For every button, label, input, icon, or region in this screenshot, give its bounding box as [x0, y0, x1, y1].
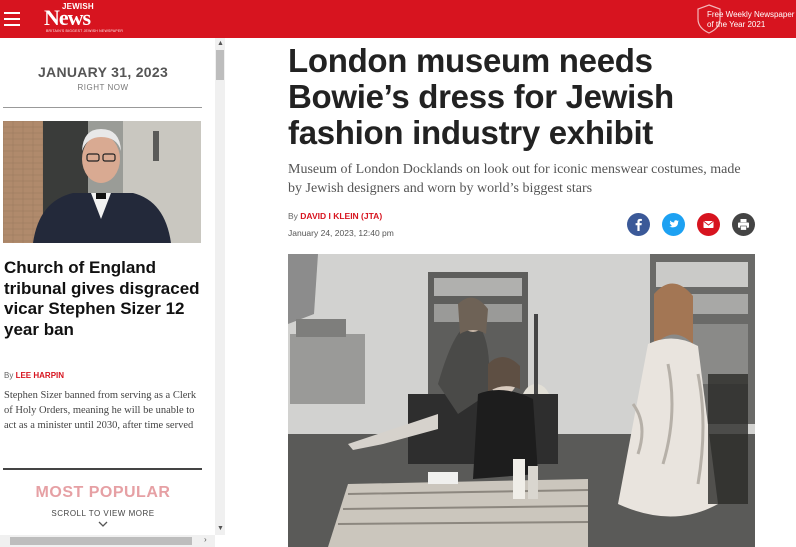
sidebar-right-now-label: RIGHT NOW: [77, 83, 129, 92]
article-byline: By DAVID I KLEIN (JTA): [288, 211, 382, 221]
scrollbar-thumb[interactable]: [216, 50, 224, 80]
site-logo[interactable]: JEWISH News BRITAIN'S BIGGEST JEWISH NEW…: [44, 2, 123, 34]
email-icon: [697, 213, 720, 236]
sidebar-article-headline[interactable]: Church of England tribunal gives disgrac…: [4, 258, 204, 340]
sidebar-article-photo[interactable]: [3, 121, 201, 243]
sidebar-date: JANUARY 31, 2023: [37, 64, 169, 80]
twitter-share-button[interactable]: [662, 213, 685, 236]
scrollbar-thumb[interactable]: [10, 537, 192, 545]
chevron-down-icon[interactable]: [98, 520, 108, 528]
divider: [3, 468, 202, 470]
facebook-share-button[interactable]: [627, 213, 650, 236]
scroll-right-arrow-icon[interactable]: ›: [204, 535, 207, 544]
most-popular-heading: MOST POPULAR: [35, 484, 171, 501]
divider: [3, 107, 202, 108]
print-share-button[interactable]: [732, 213, 755, 236]
scroll-up-arrow-icon[interactable]: ▲: [217, 40, 224, 47]
sidebar-vertical-scrollbar[interactable]: ▲ ▼: [215, 38, 225, 535]
sidebar-author-link[interactable]: LEE HARPIN: [16, 371, 64, 380]
article-main-photo[interactable]: [288, 254, 755, 547]
scroll-down-arrow-icon[interactable]: ▼: [217, 525, 224, 532]
right-now-sidebar: JANUARY 31, 2023 RIGHT NOW Church of Eng…: [0, 38, 215, 547]
article-by-prefix: By: [288, 211, 298, 221]
award-badge[interactable]: Free Weekly Newspaper of the Year 2021: [694, 3, 794, 35]
award-line-2: of the Year 2021: [707, 20, 766, 29]
printer-icon: [732, 213, 755, 236]
facebook-icon: [627, 213, 650, 236]
sidebar-byline: By LEE HARPIN: [4, 371, 64, 380]
article-subheadline: Museum of London Docklands on look out f…: [288, 162, 741, 196]
scroll-hint: SCROLL TO VIEW MORE: [51, 509, 155, 518]
logo-tagline: BRITAIN'S BIGGEST JEWISH NEWSPAPER: [46, 29, 124, 33]
twitter-icon: [662, 213, 685, 236]
menu-icon[interactable]: [4, 12, 20, 26]
article-headline: London museum needs Bowie’s dress for Je…: [288, 42, 674, 151]
sidebar-horizontal-scrollbar[interactable]: ›: [0, 535, 215, 547]
award-line-1: Free Weekly Newspaper: [707, 10, 795, 19]
article-author-link[interactable]: DAVID I KLEIN (JTA): [300, 211, 382, 221]
top-bar: JEWISH News BRITAIN'S BIGGEST JEWISH NEW…: [0, 0, 796, 38]
logo-word-news: News: [44, 5, 91, 30]
sidebar-article-summary: Stephen Sizer banned from serving as a C…: [4, 390, 197, 431]
article-date: January 24, 2023, 12:40 pm: [288, 228, 394, 238]
sidebar-by-prefix: By: [4, 371, 14, 380]
award-text: Free Weekly Newspaper of the Year 2021: [707, 10, 796, 30]
email-share-button[interactable]: [697, 213, 720, 236]
